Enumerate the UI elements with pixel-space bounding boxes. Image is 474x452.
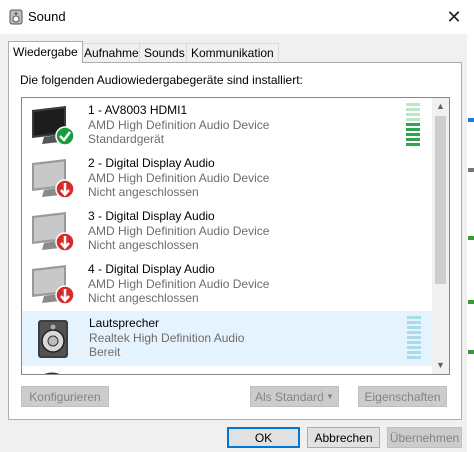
device-status: Standardgerät <box>88 132 165 146</box>
monitor-icon <box>32 159 75 199</box>
device-driver: AMD High Definition Audio Device <box>88 118 270 132</box>
device-driver: AMD High Definition Audio Device <box>88 277 270 291</box>
background-window-edge <box>467 0 474 452</box>
close-button[interactable]: ✕ <box>440 4 468 30</box>
device-driver: AMD High Definition Audio Device <box>88 171 270 185</box>
ok-button[interactable]: OK <box>227 427 300 448</box>
level-meter <box>407 316 421 362</box>
configure-button[interactable]: Konfigurieren <box>21 386 109 407</box>
device-name: 1 - AV8003 HDMI1 <box>88 103 188 117</box>
green-check-icon <box>55 126 75 146</box>
background-mark <box>468 236 474 240</box>
cancel-button[interactable]: Abbrechen <box>307 427 380 448</box>
monitor-icon <box>32 265 75 305</box>
title-bar: Sound ✕ <box>0 0 474 34</box>
vertical-scrollbar[interactable]: ▲ ▼ <box>432 98 449 374</box>
sound-dialog: Sound ✕ Wiedergabe Aufnahme Sounds Kommu… <box>0 0 474 452</box>
intro-text: Die folgenden Audiowiedergabegeräte sind… <box>20 73 303 87</box>
tab-kommunikation[interactable]: Kommunikation <box>186 43 279 62</box>
tab-sounds[interactable]: Sounds <box>139 43 190 62</box>
device-name: 3 - Digital Display Audio <box>88 209 215 223</box>
device-status: Nicht angeschlossen <box>88 291 199 305</box>
device-item[interactable]: 4 - Digital Display Audio AMD High Defin… <box>22 258 432 311</box>
device-item-selected[interactable]: Lautsprecher Realtek High Definition Aud… <box>22 311 434 366</box>
level-meter <box>406 103 420 149</box>
set-default-button[interactable]: Als Standard ▼ <box>250 386 339 407</box>
monitor-icon <box>32 212 75 252</box>
tab-aufnahme[interactable]: Aufnahme <box>79 43 144 62</box>
device-name: 2 - Digital Display Audio <box>88 156 215 170</box>
device-status: Nicht angeschlossen <box>88 238 199 252</box>
device-item[interactable]: 3 - Digital Display Audio AMD High Defin… <box>22 205 432 258</box>
speaker-icon <box>38 320 68 358</box>
scrollbar-thumb[interactable] <box>435 116 446 284</box>
properties-button[interactable]: Eigenschaften <box>358 386 447 407</box>
device-driver: AMD High Definition Audio Device <box>88 224 270 238</box>
device-list: 1 - AV8003 HDMI1 AMD High Definition Aud… <box>21 97 450 375</box>
device-status: Nicht angeschlossen <box>88 185 199 199</box>
device-item[interactable]: 1 - AV8003 HDMI1 AMD High Definition Aud… <box>22 99 432 152</box>
device-item-partial[interactable] <box>22 365 432 374</box>
device-name: 4 - Digital Display Audio <box>88 262 215 276</box>
device-driver: Realtek High Definition Audio <box>89 331 245 345</box>
apply-button[interactable]: Übernehmen <box>387 427 462 448</box>
window-title: Sound <box>28 9 66 24</box>
background-mark <box>468 300 474 304</box>
monitor-icon <box>32 106 75 146</box>
background-mark <box>468 168 474 172</box>
tab-wiedergabe[interactable]: Wiedergabe <box>8 41 83 63</box>
scroll-down-icon[interactable]: ▼ <box>432 357 449 374</box>
close-icon: ✕ <box>446 7 462 27</box>
tab-panel: Die folgenden Audiowiedergabegeräte sind… <box>8 62 462 420</box>
device-item[interactable]: 2 - Digital Display Audio AMD High Defin… <box>22 152 432 205</box>
speaker-app-icon <box>9 9 23 25</box>
background-mark <box>468 118 474 122</box>
background-mark <box>468 350 474 354</box>
device-name: Lautsprecher <box>89 316 160 330</box>
scroll-up-icon[interactable]: ▲ <box>432 98 449 115</box>
set-default-label: Als Standard <box>255 390 324 404</box>
chevron-down-icon[interactable]: ▼ <box>321 387 338 406</box>
device-status: Bereit <box>89 345 121 359</box>
device-icon <box>44 372 60 374</box>
